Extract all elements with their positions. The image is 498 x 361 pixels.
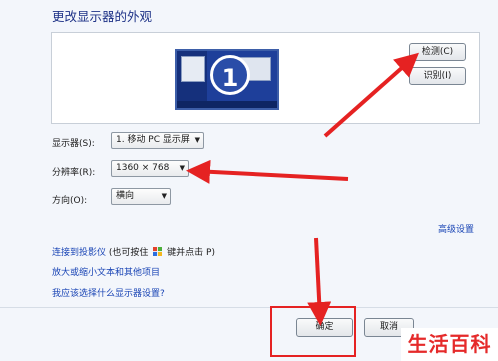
advanced-settings-link[interactable]: 高级设置 [438, 222, 474, 235]
windows-logo-icon [153, 247, 163, 256]
orientation-label: 方向(O): [52, 196, 88, 206]
monitor-window-preview [181, 56, 205, 82]
resolution-select-value: 1360 × 768 [116, 163, 170, 173]
footer-divider [0, 307, 498, 308]
chevron-down-icon: ▼ [161, 192, 167, 200]
chevron-down-icon: ▼ [194, 136, 200, 144]
orientation-select[interactable]: 横向 ▼ [111, 188, 171, 205]
monitor-number-badge: 1 [210, 55, 250, 95]
projector-shortcut-note: (也可按住 键并点击 P) [108, 247, 215, 258]
watermark-text: 生活百科 [401, 328, 498, 361]
monitor-taskbar-preview [177, 101, 277, 108]
projector-note-suffix: 键并点击 P) [167, 248, 215, 258]
arrow-to-resolution [186, 159, 349, 184]
text-size-link[interactable]: 放大或缩小文本和其他项目 [52, 265, 160, 278]
detect-button[interactable]: 检测(C) [409, 43, 466, 61]
which-settings-link[interactable]: 我应该选择什么显示器设置? [52, 286, 165, 299]
display-select-value: 1. 移动 PC 显示屏 [116, 135, 190, 145]
monitor-1-thumbnail[interactable]: 1 [175, 49, 279, 110]
ok-highlight-box [270, 306, 356, 357]
projector-note-prefix: (也可按住 [108, 248, 149, 258]
page-title: 更改显示器的外观 [52, 9, 153, 24]
chevron-down-icon: ▼ [179, 164, 185, 172]
display-select[interactable]: 1. 移动 PC 显示屏 ▼ [111, 132, 204, 149]
connect-projector-row: 连接到投影仪 (也可按住 键并点击 P) [52, 245, 215, 258]
identify-button[interactable]: 识别(I) [409, 67, 466, 85]
display-label: 显示器(S): [52, 139, 95, 149]
resolution-select[interactable]: 1360 × 768 ▼ [111, 160, 189, 177]
orientation-select-value: 横向 [116, 191, 135, 201]
connect-projector-link[interactable]: 连接到投影仪 [52, 248, 106, 258]
resolution-label: 分辨率(R): [52, 168, 96, 178]
